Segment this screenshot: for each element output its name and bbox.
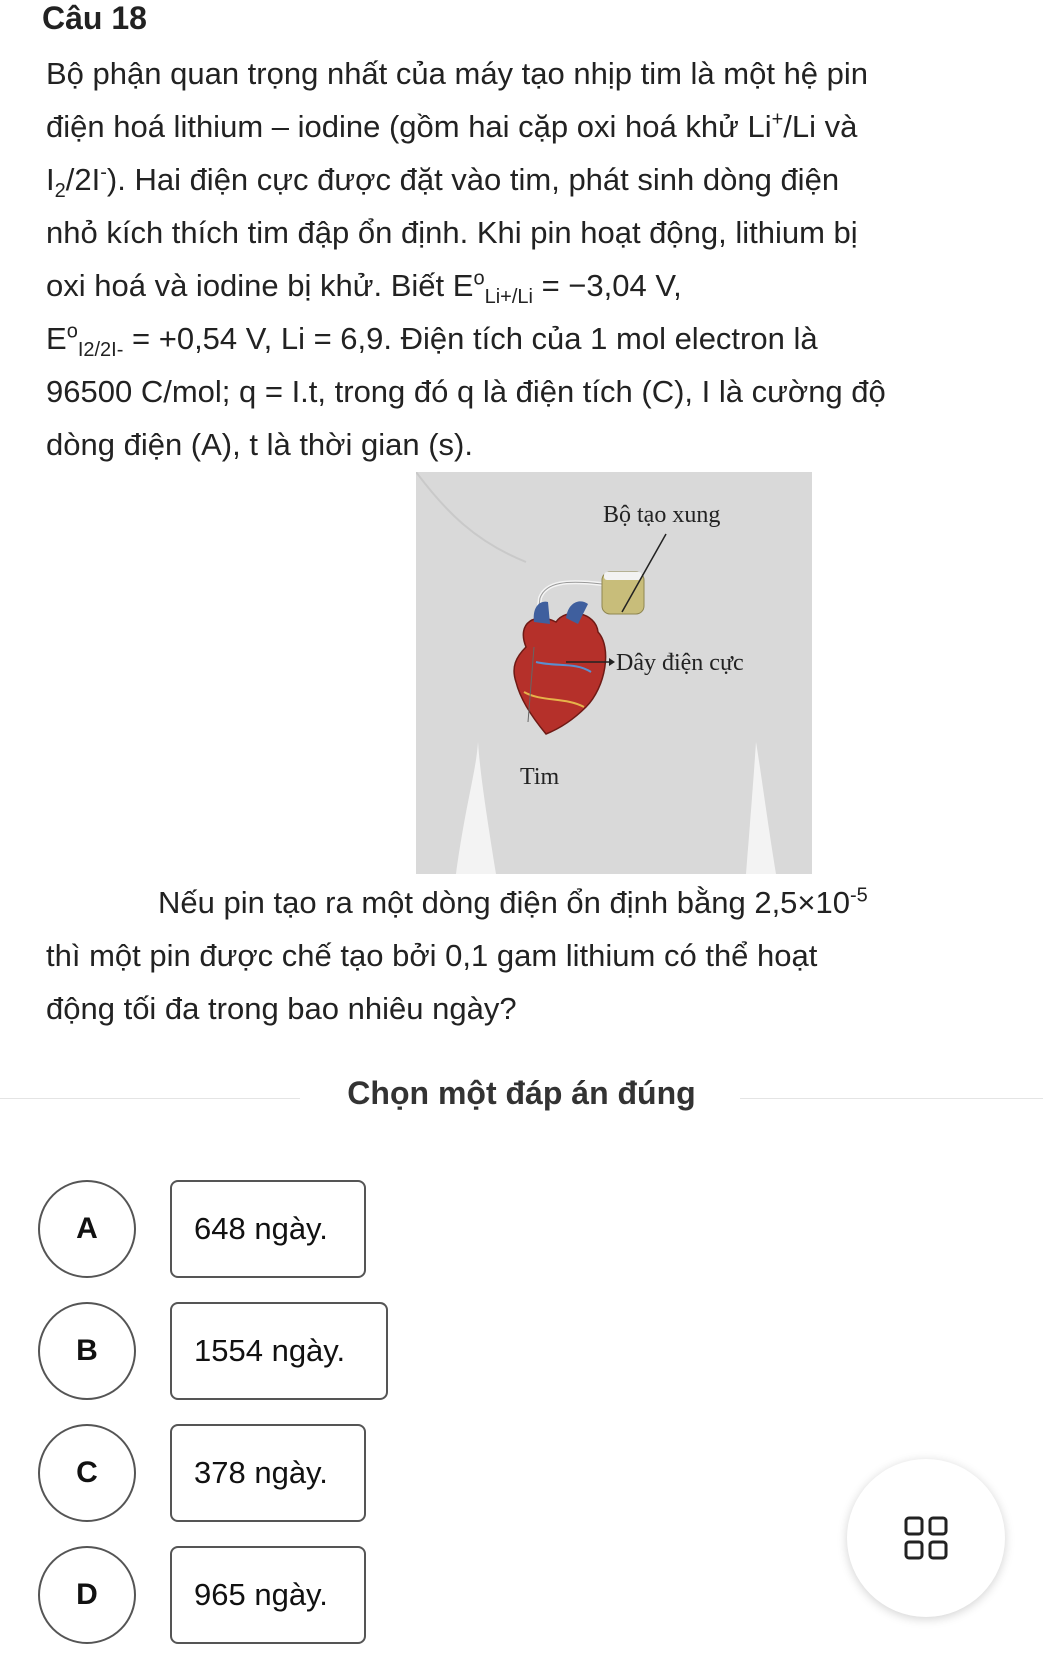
- electrode-wire-label: Dây điện cực: [616, 650, 744, 676]
- pulse-generator-label: Bộ tạo xung: [603, 502, 720, 528]
- option-c-button[interactable]: 378 ngày.: [170, 1424, 366, 1522]
- option-d-letter[interactable]: D: [38, 1546, 136, 1644]
- option-b-button[interactable]: 1554 ngày.: [170, 1302, 388, 1400]
- option-b-letter[interactable]: B: [38, 1302, 136, 1400]
- option-c-letter[interactable]: C: [38, 1424, 136, 1522]
- grid-icon: [904, 1516, 948, 1560]
- choose-answer-label: Chọn một đáp án đúng: [347, 1075, 696, 1111]
- question-text-continued: Nếu pin tạo ra một dòng điện ổn định bằn…: [46, 884, 868, 1026]
- question-number: Câu 18: [42, 0, 147, 36]
- option-d-button[interactable]: 965 ngày.: [170, 1546, 366, 1644]
- question-grid-button[interactable]: [847, 1459, 1005, 1617]
- question-text: Bộ phận quan trọng nhất của máy tạo nhịp…: [46, 56, 886, 462]
- heart-label: Tim: [520, 764, 559, 790]
- option-a-button[interactable]: 648 ngày.: [170, 1180, 366, 1278]
- option-a-letter[interactable]: A: [38, 1180, 136, 1278]
- pacemaker-figure: Bộ tạo xung Dây điện cực Tim: [416, 472, 812, 874]
